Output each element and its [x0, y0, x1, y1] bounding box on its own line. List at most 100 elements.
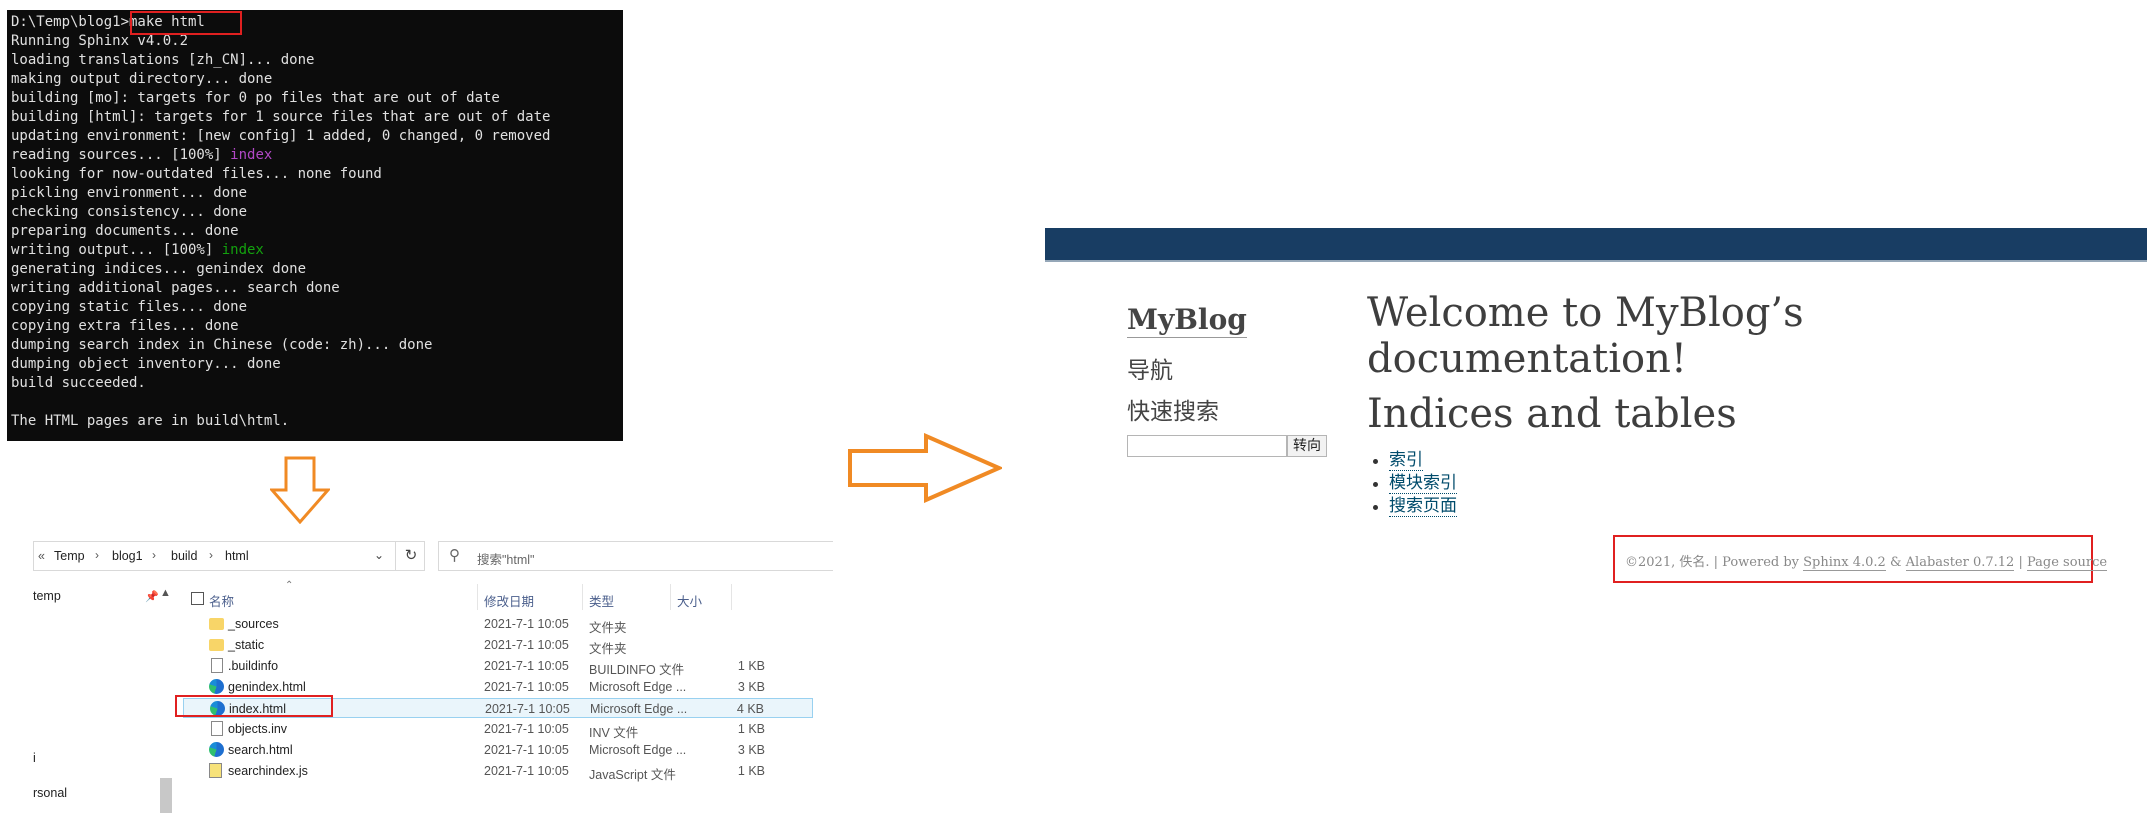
- edge-icon: [209, 742, 224, 757]
- index-link-list: 索引 模块索引 搜索页面: [1373, 449, 1457, 518]
- page-title: Welcome to MyBlog’s documentation!: [1367, 290, 1804, 382]
- navigation-pane: temp 📌 ▲ i rsonal: [33, 583, 183, 813]
- file-type: Microsoft Edge ...: [589, 680, 687, 694]
- nav-item-partial[interactable]: i: [33, 751, 36, 765]
- sphinx-docs-page: MyBlog 导航 快速搜索 转向 Welcome to MyBlog’s do…: [1045, 228, 2147, 813]
- breadcrumb-separator: ›: [209, 548, 213, 562]
- pin-icon[interactable]: 📌: [145, 590, 159, 603]
- nav-scroll-thumb[interactable]: [160, 778, 172, 813]
- file-type: INV 文件: [589, 726, 639, 740]
- file-type: Microsoft Edge ...: [589, 743, 687, 757]
- file-size: 3 KB: [737, 743, 765, 757]
- explorer-search-box[interactable]: ⚲ 搜索"html": [438, 541, 833, 571]
- file-name: _static: [228, 638, 265, 652]
- link-search-page[interactable]: 搜索页面: [1389, 496, 1457, 517]
- terminal-line: generating indices... genindex done: [11, 261, 307, 277]
- terminal-line: dumping search index in Chinese (code: z…: [11, 337, 433, 353]
- footer-alabaster-link[interactable]: Alabaster 0.7.12: [1905, 555, 2015, 571]
- address-bar[interactable]: « Temp › blog1 › build › html ⌄ ↻: [33, 541, 425, 571]
- file-date: 2021-7-1 10:05: [484, 680, 569, 694]
- file-row[interactable]: searchindex.js 2021-7-1 10:05 JavaScript 文…: [183, 761, 813, 782]
- file-size: 1 KB: [737, 764, 765, 778]
- chevron-down-icon[interactable]: ⌄: [374, 548, 384, 562]
- file-list-header: ⌃ 名称 修改日期 类型 大小: [183, 580, 813, 610]
- sidebar-title-link[interactable]: MyBlog: [1127, 303, 1247, 338]
- index-file-highlight-box: [175, 695, 333, 717]
- file-row[interactable]: _sources 2021-7-1 10:05 文件夹: [183, 614, 813, 635]
- terminal-window[interactable]: D:\Temp\blog1>make html Running Sphinx v4…: [7, 10, 623, 441]
- terminal-line: writing output... [100%] index: [11, 242, 264, 258]
- nav-item-personal[interactable]: rsonal: [33, 786, 67, 800]
- footer-page-source-link[interactable]: Page source: [2026, 555, 2108, 571]
- file-size: 1 KB: [737, 659, 765, 673]
- column-header-type[interactable]: 类型: [589, 591, 614, 610]
- document-icon: [211, 721, 223, 736]
- terminal-line: looking for now-outdated files... none f…: [11, 166, 382, 182]
- link-general-index[interactable]: 索引: [1389, 450, 1423, 471]
- terminal-line: reading sources... [100%] index: [11, 147, 273, 163]
- terminal-line: making output directory... done: [11, 71, 273, 87]
- quick-search-input[interactable]: [1127, 435, 1287, 457]
- terminal-line: dumping object inventory... done: [11, 356, 281, 372]
- file-date: 2021-7-1 10:05: [484, 638, 569, 652]
- file-type: 文件夹: [589, 642, 627, 656]
- breadcrumb-overflow-icon[interactable]: «: [38, 549, 45, 563]
- file-explorer: « Temp › blog1 › build › html ⌄ ↻ ⚲ 搜索"h…: [33, 538, 833, 813]
- breadcrumb-separator: ›: [152, 548, 156, 562]
- file-row[interactable]: genindex.html 2021-7-1 10:05 Microsoft Edg…: [183, 677, 813, 697]
- command-highlight-box: [130, 11, 242, 35]
- terminal-line: copying static files... done: [11, 299, 248, 315]
- scroll-up-icon[interactable]: ▲: [160, 587, 171, 599]
- file-date: 2021-7-1 10:05: [485, 702, 570, 716]
- file-date: 2021-7-1 10:05: [484, 659, 569, 673]
- sort-ascending-icon: ⌃: [285, 580, 294, 591]
- footer: ©2021, 佚名. | Powered by Sphinx 4.0.2 & A…: [1613, 535, 2108, 583]
- file-size: 1 KB: [737, 722, 765, 736]
- file-type: JavaScript 文件: [589, 768, 676, 782]
- terminal-line: preparing documents... done: [11, 223, 239, 239]
- link-module-index[interactable]: 模块索引: [1389, 473, 1457, 494]
- breadcrumb-build[interactable]: build: [171, 549, 197, 563]
- terminal-line: building [html]: targets for 1 source fi…: [11, 109, 551, 125]
- breadcrumb-html[interactable]: html: [225, 549, 249, 563]
- file-date: 2021-7-1 10:05: [484, 722, 569, 736]
- file-type: BUILDINFO 文件: [589, 663, 685, 677]
- file-name: searchindex.js: [228, 764, 308, 778]
- breadcrumb-temp[interactable]: Temp: [54, 549, 85, 563]
- terminal-line: building [mo]: targets for 0 po files th…: [11, 90, 500, 106]
- edge-icon: [209, 679, 224, 694]
- file-row[interactable]: objects.inv 2021-7-1 10:05 INV 文件 1 KB: [183, 719, 813, 740]
- file-row[interactable]: .buildinfo 2021-7-1 10:05 BUILDINFO 文件 1 KB: [183, 656, 813, 677]
- terminal-line: copying extra files... done: [11, 318, 239, 334]
- search-placeholder: 搜索"html": [477, 553, 535, 567]
- breadcrumb-separator: ›: [95, 548, 99, 562]
- quick-search-button[interactable]: 转向: [1287, 435, 1327, 457]
- terminal-line: updating environment: [new config] 1 add…: [11, 128, 551, 144]
- footer-sphinx-link[interactable]: Sphinx 4.0.2: [1803, 555, 1886, 571]
- file-row[interactable]: search.html 2021-7-1 10:05 Microsoft Edge …: [183, 740, 813, 760]
- sidebar-search-heading: 快速搜索: [1127, 399, 1219, 425]
- file-date: 2021-7-1 10:05: [484, 764, 569, 778]
- file-date: 2021-7-1 10:05: [484, 743, 569, 757]
- folder-icon: [209, 618, 224, 630]
- file-name: objects.inv: [228, 722, 288, 736]
- footer-separator: |: [2014, 555, 2027, 570]
- file-name: _sources: [228, 617, 279, 631]
- column-header-date[interactable]: 修改日期: [484, 591, 534, 610]
- indices-heading: Indices and tables: [1367, 391, 1737, 437]
- sidebar-nav-heading: 导航: [1127, 358, 1173, 384]
- column-header-name[interactable]: 名称: [209, 591, 234, 610]
- terminal-line: pickling environment... done: [11, 185, 248, 201]
- breadcrumb-blog1[interactable]: blog1: [112, 549, 143, 563]
- column-header-size[interactable]: 大小: [677, 591, 702, 610]
- file-row[interactable]: _static 2021-7-1 10:05 文件夹: [183, 635, 813, 656]
- footer-amp: &: [1885, 555, 1906, 570]
- select-all-checkbox[interactable]: [191, 592, 204, 605]
- file-name: search.html: [228, 743, 293, 757]
- right-arrow-icon: [848, 433, 1002, 503]
- file-size: 4 KB: [736, 702, 764, 716]
- footer-copyright: ©2021, 佚名. | Powered by: [1625, 555, 1804, 570]
- terminal-line: The HTML pages are in build\html.: [11, 413, 290, 429]
- refresh-icon[interactable]: ↻: [395, 542, 426, 570]
- nav-item-temp[interactable]: temp: [33, 589, 61, 603]
